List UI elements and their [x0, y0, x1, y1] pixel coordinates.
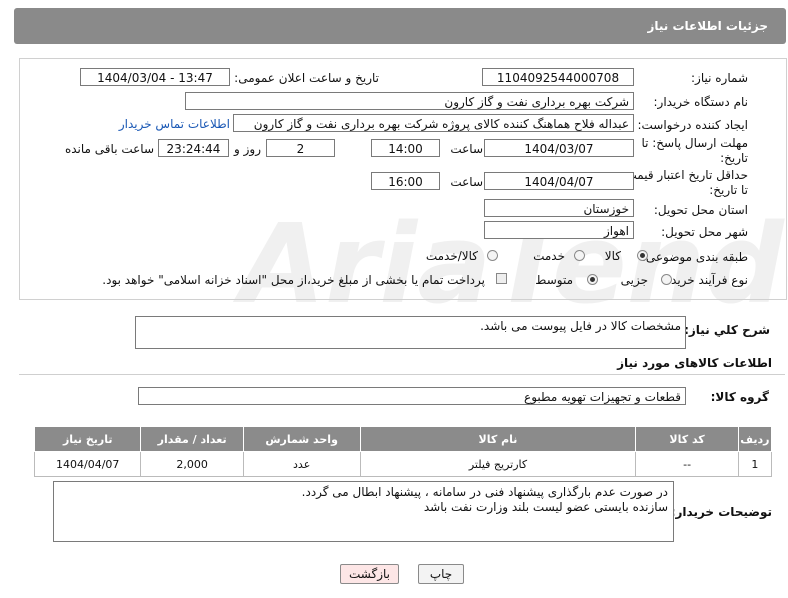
process-option-medium: متوسط	[535, 273, 573, 287]
category-radio-service[interactable]	[574, 250, 585, 261]
remaining-time-field: 23:24:44	[158, 139, 229, 157]
remaining-time-label: ساعت باقی مانده	[64, 142, 154, 156]
category-option-service: خدمت	[533, 249, 565, 263]
cell-name: کارتریج فیلتر	[359, 451, 637, 477]
col-row: ردیف	[737, 426, 773, 452]
cell-quantity: 2,000	[140, 451, 244, 477]
treasury-payment-note: پرداخت تمام یا بخشی از مبلغ خرید،از محل …	[102, 273, 485, 287]
creator-label: ایجاد کننده درخواست:	[637, 118, 748, 132]
price-deadline-label: حداقل تاریخ اعتبار قیمت:	[621, 168, 748, 182]
print-button[interactable]: چاپ	[418, 564, 464, 584]
province-label: استان محل تحویل:	[653, 203, 748, 217]
col-unit: واحد شمارش	[242, 426, 361, 452]
cell-need-date: 1404/04/07	[33, 451, 142, 477]
cell-unit: عدد	[242, 451, 361, 477]
category-radio-goods[interactable]	[637, 250, 648, 261]
process-radio-minor[interactable]	[661, 274, 672, 285]
category-radio-goods-service[interactable]	[487, 250, 498, 261]
goods-section-title: اطلاعات کالاهای مورد نیاز	[617, 356, 772, 370]
cell-code: --	[635, 451, 739, 477]
treasury-payment-checkbox[interactable]	[496, 273, 507, 284]
col-name: نام کالا	[359, 426, 637, 452]
process-option-minor: جزیی	[620, 273, 648, 287]
price-time-label: ساعت	[450, 175, 483, 189]
city-field: اهواز	[484, 221, 634, 239]
back-button[interactable]: بازگشت	[340, 564, 399, 584]
process-radio-medium[interactable]	[587, 274, 598, 285]
summary-textarea[interactable]: مشخصات کالا در فایل پیوست می باشد.	[135, 316, 686, 349]
reply-time-label: ساعت	[450, 142, 483, 156]
process-label: نوع فرآیند خرید :	[663, 273, 748, 287]
goods-group-label: گروه کالا:	[710, 390, 769, 404]
price-deadline-label-2: تا تاریخ:	[709, 183, 748, 197]
days-remaining-field: 2	[266, 139, 335, 157]
province-field: خوزستان	[484, 199, 634, 217]
category-label: طبقه بندی موضوعی:	[641, 250, 748, 264]
city-label: شهر محل تحویل:	[661, 225, 748, 239]
buyer-org-field: شرکت بهره برداری نفت و گاز کارون	[185, 92, 634, 110]
page-title: جزئیات اطلاعات نیاز	[647, 19, 768, 33]
buyer-notes-label: توضیحات خریدار:	[670, 505, 772, 519]
reply-date-field: 1404/03/07	[484, 139, 634, 157]
goods-table-header: ردیف کد کالا نام کالا واحد شمارش تعداد /…	[33, 426, 773, 452]
announce-label: تاریخ و ساعت اعلان عمومی:	[234, 71, 379, 85]
table-row: 1 -- کارتریج فیلتر عدد 2,000 1404/04/07	[33, 451, 773, 477]
goods-section-divider	[19, 374, 785, 375]
category-option-goods-service: کالا/خدمت	[425, 249, 478, 263]
buyer-contact-link[interactable]: اطلاعات تماس خریدار	[119, 117, 230, 131]
goods-table: ردیف کد کالا نام کالا واحد شمارش تعداد /…	[33, 426, 773, 477]
summary-label: شرح کلي نياز:	[684, 323, 770, 337]
buyer-org-label: نام دستگاه خریدار:	[653, 95, 749, 109]
col-quantity: تعداد / مقدار	[140, 426, 244, 452]
cell-row: 1	[737, 451, 773, 477]
page-header: جزئیات اطلاعات نیاز	[14, 8, 786, 44]
price-date-field: 1404/04/07	[484, 172, 634, 190]
price-time-field: 16:00	[371, 172, 440, 190]
announce-field: 1404/03/04 - 13:47	[80, 68, 230, 86]
col-code: کد کالا	[635, 426, 739, 452]
buyer-notes-line-1: در صورت عدم بارگذاری پیشنهاد فنی در ساما…	[301, 485, 668, 499]
creator-field: عبداله فلاح هماهنگ کننده کالای پروژه شرک…	[233, 114, 634, 132]
col-need-date: تاریخ نیاز	[33, 426, 142, 452]
buyer-notes-line-2: سازنده بایستی عضو لیست بلند وزارت نفت با…	[423, 500, 668, 514]
goods-group-field: قطعات و تجهیزات تهویه مطبوع	[138, 387, 686, 405]
category-option-goods: کالا	[604, 249, 621, 263]
need-number-field: 1104092544000708	[482, 68, 634, 86]
days-label: روز و	[234, 142, 261, 156]
reply-time-field: 14:00	[371, 139, 440, 157]
reply-deadline-label: مهلت ارسال پاسخ: تا	[641, 136, 748, 150]
buyer-notes-textarea[interactable]: در صورت عدم بارگذاری پیشنهاد فنی در ساما…	[53, 481, 674, 542]
reply-deadline-label-2: تاریخ:	[720, 151, 748, 165]
need-number-label: شماره نیاز:	[691, 71, 748, 85]
